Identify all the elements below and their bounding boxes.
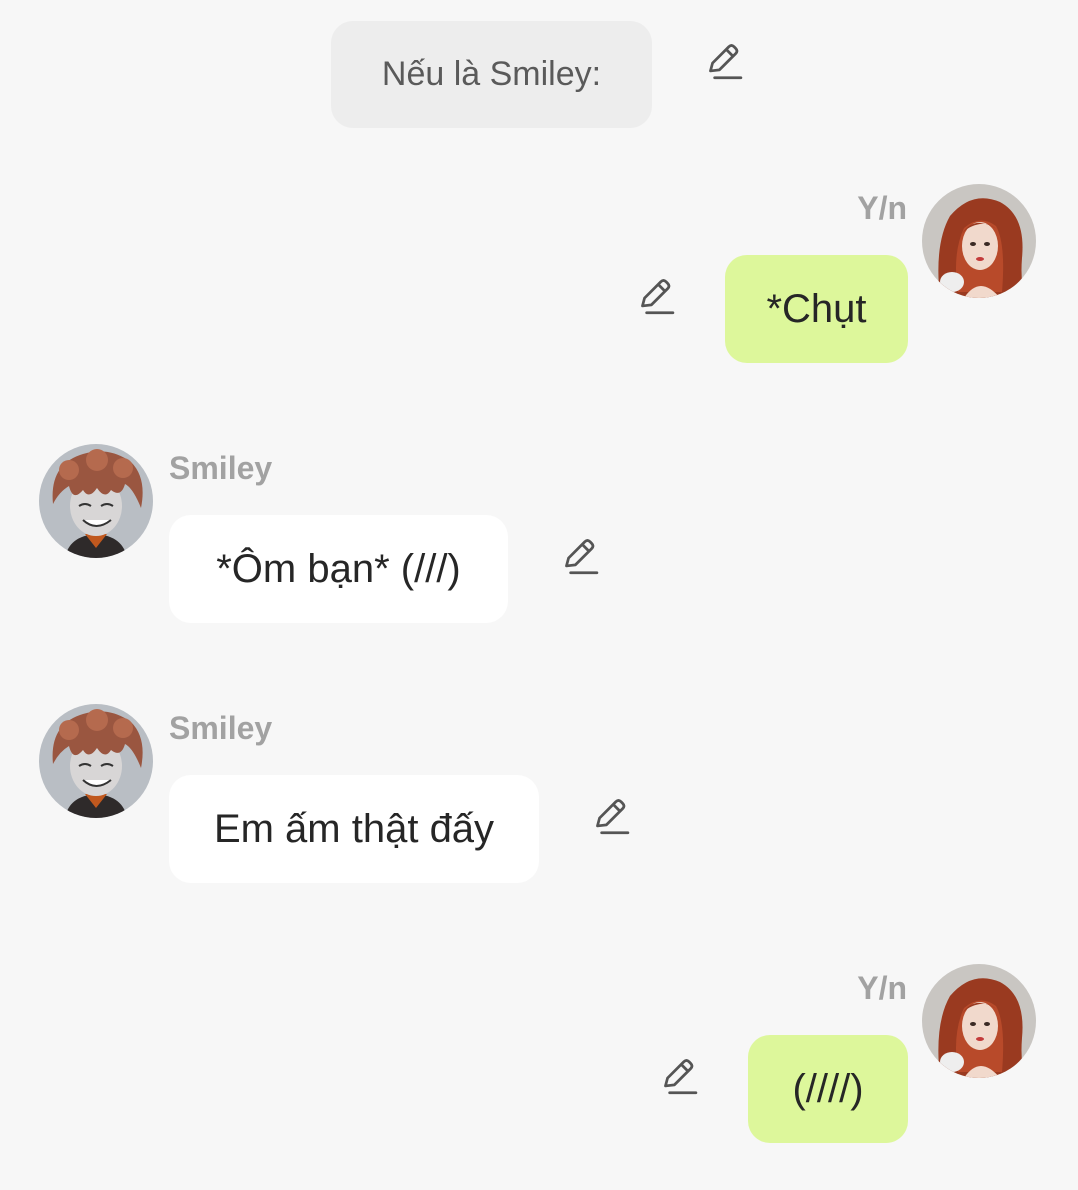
message-text: *Ôm bạn* (///) bbox=[216, 546, 461, 591]
message-bubble[interactable]: Em ấm thật đấy bbox=[169, 775, 539, 883]
sender-name: Y/n bbox=[857, 970, 907, 1006]
message-bubble[interactable]: *Chụt bbox=[725, 255, 908, 363]
pencil-edit-icon[interactable] bbox=[557, 536, 599, 578]
pencil-edit-icon[interactable] bbox=[701, 41, 743, 83]
sender-name: Smiley bbox=[169, 710, 273, 746]
message-bubble[interactable]: *Ôm bạn* (///) bbox=[169, 515, 508, 623]
pencil-edit-icon[interactable] bbox=[588, 796, 630, 838]
pencil-edit-icon[interactable] bbox=[656, 1056, 698, 1098]
message-bubble[interactable]: (////) bbox=[748, 1035, 908, 1143]
avatar-smiley[interactable] bbox=[39, 444, 153, 558]
pencil-edit-icon[interactable] bbox=[633, 276, 675, 318]
message-text: *Chụt bbox=[766, 286, 867, 331]
avatar-yn[interactable] bbox=[922, 184, 1036, 298]
sender-name: Smiley bbox=[169, 450, 273, 486]
avatar-smiley[interactable] bbox=[39, 704, 153, 818]
narration-bubble: Nếu là Smiley: bbox=[331, 21, 652, 128]
narration-text: Nếu là Smiley: bbox=[381, 55, 602, 93]
sender-name: Y/n bbox=[857, 190, 907, 226]
avatar-yn[interactable] bbox=[922, 964, 1036, 1078]
message-text: Em ấm thật đấy bbox=[213, 806, 495, 851]
message-text: (////) bbox=[792, 1066, 864, 1111]
